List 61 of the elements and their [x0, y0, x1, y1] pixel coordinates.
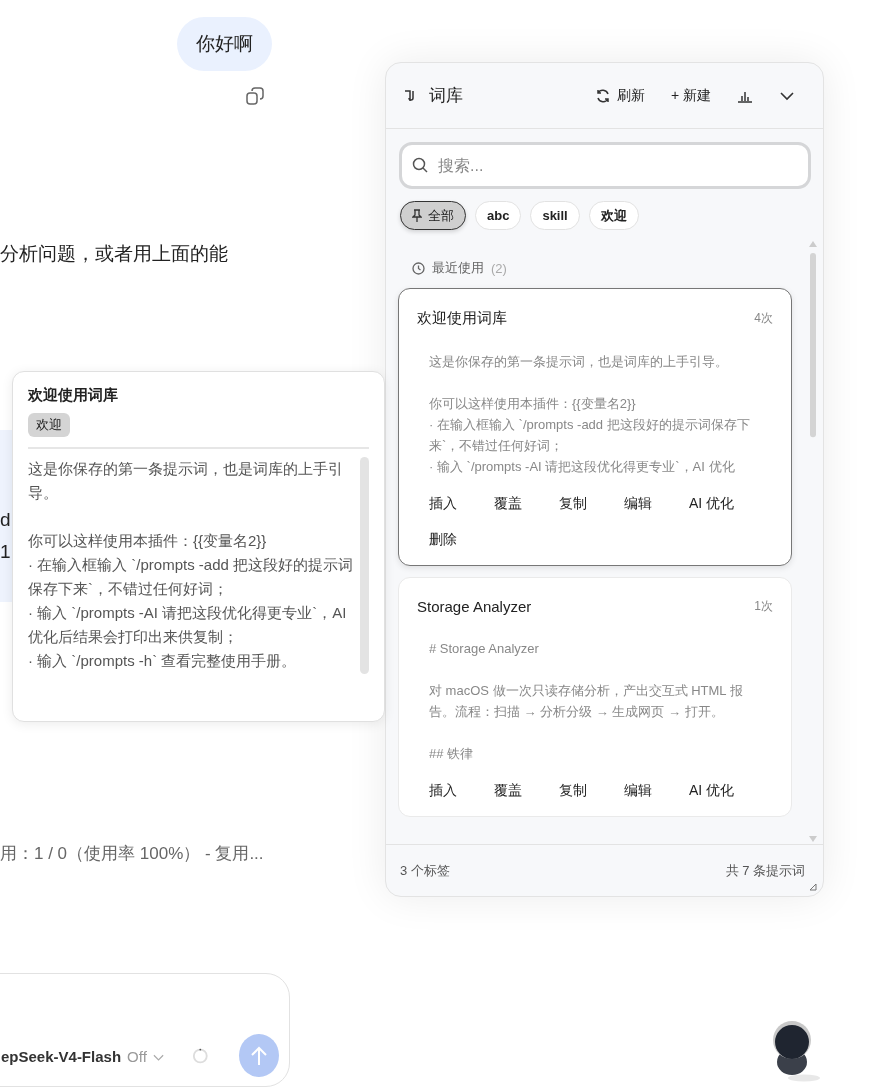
prompt-action[interactable]: 复制: [559, 489, 624, 519]
text-line: · 在输入框输入 `/prompts -add 把这段好的提示词保存下来`，不错过任何好词；: [28, 555, 354, 599]
prompt-action[interactable]: 编辑: [624, 489, 689, 519]
prompt-action[interactable]: 覆盖: [494, 489, 559, 519]
preview-title: 欢迎使用词库: [28, 386, 119, 405]
tag-filter[interactable]: 全部: [400, 201, 466, 230]
refresh-button[interactable]: 刷新: [588, 82, 651, 109]
spinner-icon: [191, 1047, 209, 1065]
prompt-card[interactable]: Storage Analyzer 1次 # Storage Analyzer 对 macOS 做一次只读存储分析，产出交互式 HTML 报告。流程：扫描 → 分析分级 → 生成网页 → 打开。 ## 铁律 插入 覆盖 复制 编辑 AI 优化: [398, 577, 792, 817]
prompt-card[interactable]: 欢迎使用词库 4次 这是你保存的第一条提示词，也是词库的上手引导。 你可以这样使用本插件：{{变量名2}} · 在输入框输入 `/prompts -add 把这段好的提示词保存下来`，不错过任何好词； · 输入 `/prompts -AI 请把这段优化得更专业`，AI 优化 插入 覆盖 复制 编辑 AI 优化 删除: [398, 288, 792, 566]
text-fragment: 1: [0, 540, 12, 564]
text-line: 你可以这样使用本插件：{{变量名2}}: [429, 395, 637, 413]
scrollbar[interactable]: [360, 457, 369, 674]
text-line: 这是你保存的第一条提示词，也是词库的上手引导。: [28, 459, 344, 503]
tag-filter[interactable]: skill: [530, 201, 580, 230]
usage-text: 用：1 / 0（使用率 100%） - 复用...: [0, 843, 265, 865]
prompt-action[interactable]: 复制: [559, 776, 624, 806]
prompt-total: 共 7 条提示词: [725, 861, 805, 880]
model-name[interactable]: epSeek-V4-Flash: [1, 1048, 122, 1065]
use-count: 4次: [754, 310, 773, 327]
library-icon: [404, 89, 417, 102]
text-line: · 输入 `/prompts -AI 请把这段优化得更专业`，AI 优化后结果会打印出来供复制；: [28, 603, 348, 647]
search-field[interactable]: 搜索...: [399, 142, 811, 189]
new-button[interactable]: + 新建: [664, 82, 717, 109]
search-icon: [412, 157, 428, 173]
clock-icon: [412, 261, 425, 275]
chevron-down-icon: [779, 90, 795, 101]
arrow-up-icon: [250, 1045, 269, 1066]
text-line: · 在输入框输入 `/prompts -add 把这段好的提示词保存下来`，不错过任何好词；: [429, 416, 751, 455]
text-line: · 输入 `/prompts -h` 查看完整使用手册。: [28, 651, 298, 671]
text-fragment: d: [0, 508, 12, 532]
reply-text: 分析问题，或者用上面的能: [0, 242, 229, 266]
tag-filter[interactable]: abc: [475, 201, 522, 230]
section-title: 最近使用: [432, 259, 484, 277]
use-count: 1次: [754, 598, 773, 615]
text-line: # Storage Analyzer: [429, 640, 540, 658]
prompt-action[interactable]: 插入: [429, 489, 494, 519]
prompt-action[interactable]: 删除: [429, 525, 494, 555]
prompt-action[interactable]: 编辑: [624, 776, 689, 806]
panel-title: 词库: [429, 85, 464, 107]
scrollbar[interactable]: [809, 241, 817, 844]
section-count: (2): [491, 260, 507, 276]
prompt-action[interactable]: AI 优化: [689, 489, 754, 519]
tag-filter[interactable]: 欢迎: [588, 201, 639, 230]
preview-tag: 欢迎: [28, 413, 70, 437]
resize-grip-icon[interactable]: [809, 883, 817, 891]
text-line: 你可以这样使用本插件：{{变量名2}}: [28, 531, 268, 551]
text-line: 对 macOS 做一次只读存储分析，产出交互式 HTML 报告。流程：扫描 → 分析分级 → 生成网页 → 打开。: [429, 682, 744, 721]
prompt-action[interactable]: 插入: [429, 776, 494, 806]
tag-count: 3 个标签: [400, 861, 450, 880]
message-composer[interactable]: epSeek-V4-Flash Off: [0, 973, 290, 1087]
copy-icon[interactable]: [245, 86, 265, 106]
prompt-title: 欢迎使用词库: [417, 309, 507, 328]
prompt-title: Storage Analyzer: [417, 598, 532, 615]
text-line: · 输入 `/prompts -AI 请把这段优化得更专业`，AI 优化: [429, 458, 736, 476]
user-message: 你好啊: [177, 17, 272, 71]
text-line: ## 铁律: [429, 745, 475, 763]
prompt-action[interactable]: 覆盖: [494, 776, 559, 806]
text-line: 这是你保存的第一条提示词，也是词库的上手引导。: [429, 353, 729, 371]
prompt-action[interactable]: AI 优化: [689, 776, 754, 806]
refresh-icon: [594, 87, 611, 104]
